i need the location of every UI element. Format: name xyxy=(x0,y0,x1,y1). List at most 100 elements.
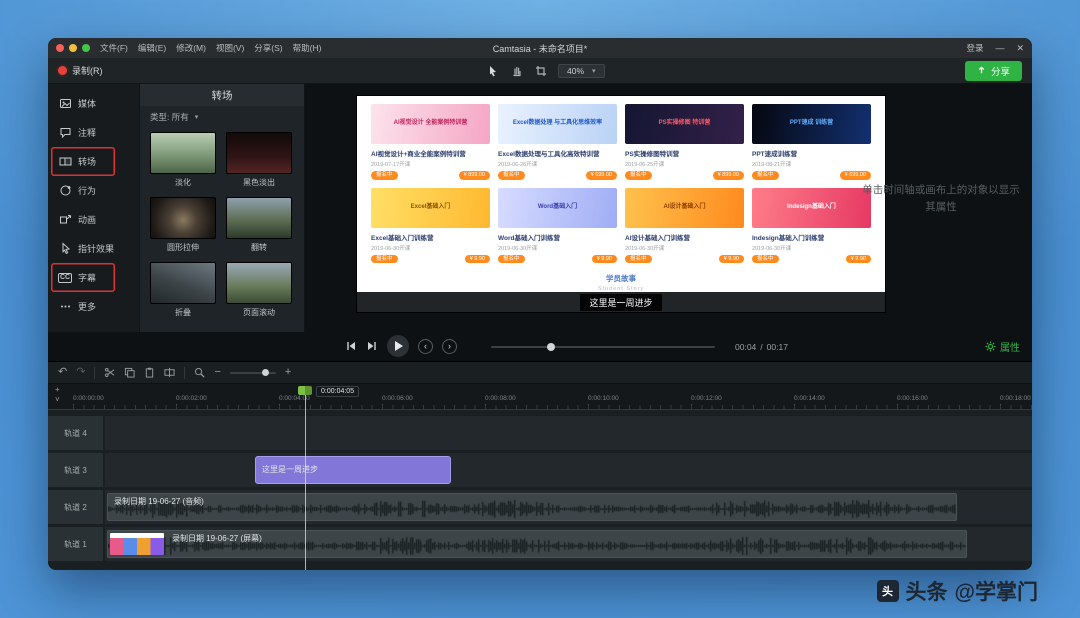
menu-file[interactable]: 文件(F) xyxy=(100,42,128,54)
transition-item[interactable]: 淡化 xyxy=(150,132,216,188)
pointer-tool-icon[interactable] xyxy=(486,64,500,78)
zoom-out-icon[interactable]: − xyxy=(214,367,220,378)
jump-back-button[interactable]: ‹ xyxy=(418,338,433,354)
video-frame: AI视觉设计 全能案例特训营 AI视觉设计+商业全能案例特训营 2019-07-… xyxy=(357,96,885,292)
canvas-zoom-select[interactable]: 40% ▾ xyxy=(558,63,605,78)
audio-clip[interactable]: 录制日期 19-06-27 (音频) xyxy=(107,493,957,521)
transition-item[interactable]: 折叠 xyxy=(150,262,216,318)
menu-modify[interactable]: 修改(M) xyxy=(176,42,206,54)
timeline-ruler[interactable]: + ˅ 0:00:00:00 0:00:02:00 0:00:04:00 0:0… xyxy=(48,384,1032,410)
menu-share[interactable]: 分享(S) xyxy=(254,42,282,54)
step-forward-button[interactable] xyxy=(366,340,378,352)
menu-help[interactable]: 帮助(H) xyxy=(293,42,322,54)
track-lane-2[interactable]: 录制日期 19-06-27 (音频) xyxy=(105,490,1032,524)
transition-item[interactable]: 翻转 xyxy=(226,197,292,253)
paste-icon[interactable] xyxy=(144,367,155,378)
undo-icon[interactable]: ↶ xyxy=(58,367,67,378)
course-card: Excel数据处理 与工具化思维效率 Excel数据处理与工具化高效特训营 20… xyxy=(498,104,617,180)
track-lane-1[interactable]: 录制日期 19-06-27 (屏幕) xyxy=(105,527,1032,561)
playback-bar: ‹ › 00:04 / 00:17 属性 xyxy=(48,332,1032,362)
ruler-tick: 0:00:14:00 xyxy=(794,395,825,409)
transition-item[interactable]: 黑色淡出 xyxy=(226,132,292,188)
minimize-traffic-icon[interactable] xyxy=(69,44,77,52)
properties-button[interactable]: 属性 xyxy=(985,339,1020,354)
menu-edit[interactable]: 编辑(E) xyxy=(138,42,166,54)
playhead-line[interactable] xyxy=(305,388,306,570)
ruler-tick: 0:00:06:00 xyxy=(382,395,413,409)
course-card: Word基础入门 Word基础入门训练营 2019-06-30开课 报名中 ¥ 9… xyxy=(498,187,617,263)
sidebar-item-captions[interactable]: CC 字幕 xyxy=(51,263,115,292)
course-card: Excel基础入门 Excel基础入门训练营 2019-06-30开课 报名中 ¥… xyxy=(371,187,490,263)
canvas-letterbox: 这里是一周进步 xyxy=(357,292,885,312)
play-button[interactable] xyxy=(387,335,409,357)
ruler-tick: 0:00:08:00 xyxy=(485,395,516,409)
screen-recording-clip[interactable]: 录制日期 19-06-27 (屏幕) xyxy=(107,530,967,558)
transitions-panel: 转场 类型: 所有 ▾ 淡化 黑色淡出 圆形拉伸 翻转 折叠 页面滚动 xyxy=(140,84,305,332)
sidebar-item-media[interactable]: 媒体 xyxy=(51,89,136,118)
timeline-zoom-handle[interactable] xyxy=(262,368,270,376)
timeline-toolbar: ↶ ↷ − + xyxy=(48,362,1032,384)
share-arrow-icon xyxy=(978,66,985,74)
pan-hand-icon[interactable] xyxy=(510,64,524,78)
sidebar-item-annotations[interactable]: 注释 xyxy=(51,118,136,147)
split-icon[interactable] xyxy=(164,367,175,378)
ruler-tick: 0:00:10:00 xyxy=(588,395,619,409)
transition-item[interactable]: 圆形拉伸 xyxy=(150,197,216,253)
zoom-magnifier-icon[interactable] xyxy=(194,367,205,378)
traffic-lights xyxy=(56,44,90,52)
track-height-decrease-icon[interactable]: ˅ xyxy=(55,395,60,404)
track-header[interactable]: 轨道 2 xyxy=(48,490,103,524)
record-button[interactable]: 录制(R) xyxy=(58,64,103,77)
chevron-down-icon: ▾ xyxy=(592,67,596,75)
playhead-out-handle[interactable] xyxy=(305,386,312,395)
sidebar-item-more[interactable]: 更多 xyxy=(51,292,136,321)
seek-slider[interactable] xyxy=(491,343,715,351)
course-card: PS实操修图 特训营 PS实操修图特训营 2019-06-25开课 报名中 ¥ 8… xyxy=(625,104,744,180)
time-display: 00:04 / 00:17 xyxy=(735,342,788,352)
copy-icon[interactable] xyxy=(124,367,135,378)
share-button[interactable]: 分享 xyxy=(964,60,1022,81)
cut-icon[interactable] xyxy=(104,367,115,378)
jump-forward-button[interactable]: › xyxy=(442,338,457,354)
minimize-icon[interactable]: — xyxy=(995,43,1004,53)
track-row: 轨道 1 录制日期 19-06-27 (屏幕) xyxy=(48,527,1032,561)
sidebar-item-cursor-effects[interactable]: 指针效果 xyxy=(51,234,136,263)
track-height-increase-icon[interactable]: + xyxy=(55,385,60,394)
crop-tool-icon[interactable] xyxy=(534,64,548,78)
ruler-tick: 0:00:00:00 xyxy=(73,395,104,409)
playhead-in-handle[interactable] xyxy=(298,386,305,395)
caption-clip[interactable]: 这里是一周进步 xyxy=(255,456,451,484)
zoom-traffic-icon[interactable] xyxy=(82,44,90,52)
preview-area: AI视觉设计 全能案例特训营 AI视觉设计+商业全能案例特训营 2019-07-… xyxy=(305,84,1032,332)
sidebar-item-transitions[interactable]: 转场 xyxy=(51,147,115,176)
playhead-handles[interactable] xyxy=(298,386,312,395)
redo-icon[interactable]: ↷ xyxy=(76,367,85,378)
track-row: 轨道 4 xyxy=(48,416,1032,450)
seek-handle[interactable] xyxy=(547,343,555,351)
transition-type-filter[interactable]: 类型: 所有 ▾ xyxy=(140,106,304,128)
cursor-icon xyxy=(58,242,72,255)
timeline-zoom-slider[interactable] xyxy=(229,368,276,376)
close-icon[interactable]: ✕ xyxy=(1016,43,1024,53)
sidebar-item-behaviors[interactable]: 行为 xyxy=(51,176,136,205)
step-back-button[interactable] xyxy=(345,340,357,352)
track-header[interactable]: 轨道 3 xyxy=(48,453,103,487)
track-lane-4[interactable] xyxy=(105,416,1032,450)
track-lane-3[interactable]: 这里是一周进步 xyxy=(105,453,1032,487)
track-header[interactable]: 轨道 4 xyxy=(48,416,103,450)
close-traffic-icon[interactable] xyxy=(56,44,64,52)
sidebar-item-animations[interactable]: 动画 xyxy=(51,205,136,234)
track-header[interactable]: 轨道 1 xyxy=(48,527,103,561)
ruler-tick: 0:00:02:00 xyxy=(176,395,207,409)
chevron-down-icon: ▾ xyxy=(194,114,199,121)
login-button[interactable]: 登录 xyxy=(966,42,983,54)
preview-canvas[interactable]: AI视觉设计 全能案例特训营 AI视觉设计+商业全能案例特训营 2019-07-… xyxy=(357,96,885,312)
transition-item[interactable]: 页面滚动 xyxy=(226,262,292,318)
zoom-in-icon[interactable]: + xyxy=(285,367,291,378)
course-card: Indesign基础入门 Indesign基础入门训练营 2019-06-30开… xyxy=(752,187,871,263)
caption-overlay[interactable]: 这里是一周进步 xyxy=(580,293,662,311)
play-icon xyxy=(395,341,403,351)
menu-view[interactable]: 视图(V) xyxy=(216,42,244,54)
behavior-icon xyxy=(58,184,72,197)
track-row: 轨道 3 这里是一周进步 xyxy=(48,453,1032,487)
